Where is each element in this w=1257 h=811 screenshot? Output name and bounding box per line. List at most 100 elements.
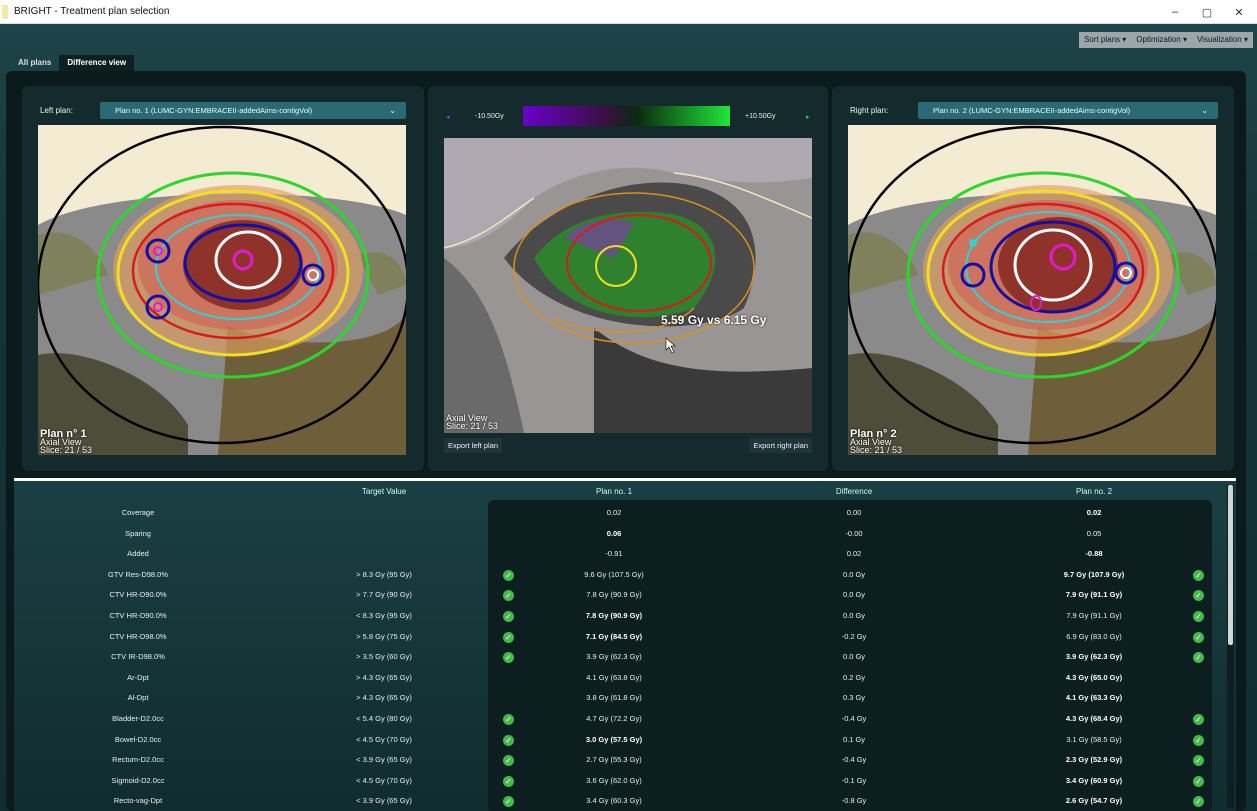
minimize-button[interactable]: – bbox=[1158, 0, 1192, 24]
title-bar: BRIGHT - Treatment plan selection – ▢ ✕ bbox=[0, 0, 1257, 24]
row-plan1-value: -0.91 bbox=[605, 549, 623, 559]
row-target-value: > 4.3 Gy (65 Gy) bbox=[356, 672, 412, 682]
visualization-menu[interactable]: Visualization ▾ bbox=[1192, 32, 1253, 48]
table-row[interactable]: Bladder-D2.0cc < 5.4 Gy (80 Gy) 4.7 Gy (72… bbox=[14, 709, 1236, 730]
row-metric-name: CTV HR-D90.0% bbox=[109, 611, 167, 620]
row-target-value: < 4.5 Gy (70 Gy) bbox=[356, 734, 412, 744]
row-metric-name: Bowel-D2.0cc bbox=[114, 734, 162, 744]
right-plan-dose-image[interactable]: Plan n° 2 Axial View Slice: 21 / 53 bbox=[848, 125, 1216, 455]
row-metric-name: Ar-Dpt bbox=[127, 672, 149, 682]
row-difference-value: 0.00 bbox=[846, 508, 862, 517]
table-row[interactable]: Sparing 0.06 -0.00 0.05 bbox=[14, 524, 1236, 545]
table-row[interactable]: GTV Res-D98.0% > 8.3 Gy (95 Gy) 9.6 Gy (10… bbox=[14, 565, 1236, 586]
table-row[interactable]: Ar-Dpt > 4.3 Gy (65 Gy) 4.1 Gy (63.8 Gy) 0.… bbox=[14, 668, 1236, 689]
check-circle-icon: ✓ bbox=[1193, 714, 1204, 725]
check-circle-icon: ✓ bbox=[503, 755, 514, 767]
export-left-plan-button[interactable]: Export left plan bbox=[444, 438, 503, 453]
header-plan2: Plan no. 2 bbox=[1075, 487, 1113, 496]
max-marker-icon: ▸ bbox=[806, 114, 810, 121]
check-circle-icon: ✓ bbox=[1193, 755, 1204, 767]
check-circle-icon: ✓ bbox=[503, 611, 514, 622]
maximize-button[interactable]: ▢ bbox=[1190, 0, 1224, 24]
check-circle-icon: ✓ bbox=[503, 652, 514, 664]
row-plan2-value: 2.6 Gy (54.7 Gy) bbox=[1065, 796, 1123, 806]
check-circle-icon: ✓ bbox=[1193, 611, 1204, 622]
check-circle-icon: ✓ bbox=[503, 569, 514, 581]
row-metric-name: Added bbox=[127, 549, 149, 559]
table-row[interactable]: Sigmoid-D2.0cc < 4.5 Gy (70 Gy) 3.6 Gy (62… bbox=[14, 771, 1236, 792]
sort-plans-menu[interactable]: Sort plans ▾ bbox=[1079, 32, 1131, 48]
check-circle-icon: ✓ bbox=[1193, 796, 1204, 808]
check-circle-icon: ✓ bbox=[503, 631, 514, 643]
row-plan1-value: 9.6 Gy (107.5 Gy) bbox=[584, 569, 644, 579]
left-plan-dose-image[interactable]: Plan n° 1 Axial View Slice: 21 / 53 bbox=[38, 125, 406, 455]
table-row[interactable]: Al-Dpt > 4.3 Gy (65 Gy) 3.8 Gy (61.8 Gy) 0.… bbox=[14, 688, 1236, 709]
table-row[interactable]: CTV HR-D98.0% > 5.8 Gy (75 Gy) 7.1 Gy (84.… bbox=[14, 627, 1236, 648]
check-circle-icon: ✓ bbox=[1193, 590, 1204, 602]
table-scrollbar[interactable] bbox=[1227, 485, 1234, 808]
row-plan1-value: 4.7 Gy (72.2 Gy) bbox=[586, 714, 642, 723]
row-metric-name: Sparing bbox=[125, 528, 151, 538]
row-plan1-value: 3.6 Gy (62.0 Gy) bbox=[586, 775, 642, 785]
row-plan2-value: -0.88 bbox=[1085, 549, 1103, 559]
scrollbar-thumb[interactable] bbox=[1228, 485, 1233, 645]
row-plan1-value: 3.4 Gy (60.3 Gy) bbox=[586, 796, 642, 806]
row-metric-name: Al-Dpt bbox=[127, 693, 149, 703]
right-plan-select[interactable]: Plan no. 2 (LUMC-GYN:EMBRACEII-addedAims… bbox=[918, 102, 1218, 119]
table-row[interactable]: Bowel-D2.0cc < 4.5 Gy (70 Gy) 3.0 Gy (57.5… bbox=[14, 730, 1236, 751]
table-row[interactable]: CTV IR-D98.0% > 3.5 Gy (60 Gy) 3.9 Gy (62.… bbox=[14, 647, 1236, 668]
diff-scale-min-label: -10.50Gy bbox=[475, 113, 504, 120]
row-difference-value: 0.1 Gy bbox=[842, 734, 866, 744]
table-row[interactable]: CTV HR-D90.0% > 7.7 Gy (90 Gy) 7.8 Gy (90.… bbox=[14, 585, 1236, 606]
row-target-value: < 4.5 Gy (70 Gy) bbox=[356, 775, 412, 785]
table-row[interactable]: Recto-vag-Dpt < 3.9 Gy (65 Gy) 3.4 Gy (60.… bbox=[14, 791, 1236, 811]
check-circle-icon: ✓ bbox=[503, 796, 514, 808]
table-row[interactable]: Added -0.91 0.02 -0.88 bbox=[14, 544, 1236, 565]
row-target-value: < 3.9 Gy (65 Gy) bbox=[356, 796, 412, 806]
left-plan-label: Left plan: bbox=[40, 106, 73, 115]
chevron-down-icon: ⌄ bbox=[389, 106, 396, 115]
row-metric-name: Bladder-D2.0cc bbox=[112, 714, 164, 723]
left-dose-map bbox=[38, 125, 406, 455]
row-metric-name: CTV HR-D98.0% bbox=[109, 631, 167, 641]
row-plan1-value: 0.02 bbox=[606, 508, 622, 517]
diff-scale-max-label: +10.50Gy bbox=[745, 113, 776, 120]
toolbar: Sort plans ▾ Optimization ▾ Visualizatio… bbox=[1079, 32, 1253, 48]
check-circle-icon: ✓ bbox=[1193, 631, 1204, 643]
difference-image[interactable]: 5.59 Gy vs 6.15 Gy Axial View Slice: 21 … bbox=[444, 138, 812, 433]
row-target-value: > 7.7 Gy (90 Gy) bbox=[356, 590, 412, 600]
left-overlay-slice: Slice: 21 / 53 bbox=[40, 445, 93, 455]
row-target-value: > 5.8 Gy (75 Gy) bbox=[356, 631, 412, 641]
app-body: Sort plans ▾ Optimization ▾ Visualizatio… bbox=[0, 24, 1257, 811]
row-target-value: < 5.4 Gy (80 Gy) bbox=[356, 714, 412, 723]
chevron-down-icon: ⌄ bbox=[1201, 106, 1208, 115]
check-circle-icon: ✓ bbox=[503, 734, 514, 746]
row-plan2-value: 6.9 Gy (83.0 Gy) bbox=[1066, 631, 1122, 641]
close-button[interactable]: ✕ bbox=[1222, 0, 1256, 24]
header-difference: Difference bbox=[835, 487, 873, 496]
row-target-value: > 4.3 Gy (65 Gy) bbox=[356, 693, 412, 703]
row-plan2-value: 4.3 Gy (65.0 Gy) bbox=[1065, 672, 1123, 682]
diff-color-scale bbox=[523, 106, 730, 126]
export-right-plan-button[interactable]: Export right plan bbox=[749, 438, 812, 453]
table-row[interactable]: Rectum-D2.0cc < 3.9 Gy (65 Gy) 2.7 Gy (55.… bbox=[14, 750, 1236, 771]
center-overlay-slice: Slice: 21 / 53 bbox=[446, 421, 499, 431]
row-target-value: > 8.3 Gy (95 Gy) bbox=[356, 569, 412, 579]
row-target-value: < 8.3 Gy (95 Gy) bbox=[356, 611, 412, 620]
optimization-menu[interactable]: Optimization ▾ bbox=[1131, 32, 1192, 48]
left-plan-select[interactable]: Plan no. 1 (LUMC-GYN:EMBRACEII-addedAims… bbox=[100, 102, 406, 119]
table-row[interactable]: CTV HR-D90.0% < 8.3 Gy (95 Gy) 7.8 Gy (90.… bbox=[14, 606, 1236, 627]
check-circle-icon: ✓ bbox=[1193, 652, 1204, 664]
row-plan2-value: 0.02 bbox=[1086, 508, 1102, 517]
row-plan1-value: 7.8 Gy (90.9 Gy) bbox=[586, 590, 642, 600]
header-target-value: Target Value bbox=[361, 487, 407, 496]
row-difference-value: -0.8 Gy bbox=[841, 796, 867, 806]
row-plan2-value: 7.9 Gy (91.1 Gy) bbox=[1066, 611, 1122, 620]
row-metric-name: CTV IR-D98.0% bbox=[111, 652, 165, 662]
tab-all-plans[interactable]: All plans bbox=[10, 55, 59, 71]
tab-difference-view[interactable]: Difference view bbox=[59, 55, 135, 71]
row-plan2-value: 3.4 Gy (60.9 Gy) bbox=[1065, 775, 1123, 785]
table-row[interactable]: Coverage 0.02 0.00 0.02 bbox=[14, 503, 1236, 524]
row-difference-value: -0.1 Gy bbox=[841, 775, 867, 785]
row-plan2-value: 3.1 Gy (58.5 Gy) bbox=[1066, 734, 1122, 744]
